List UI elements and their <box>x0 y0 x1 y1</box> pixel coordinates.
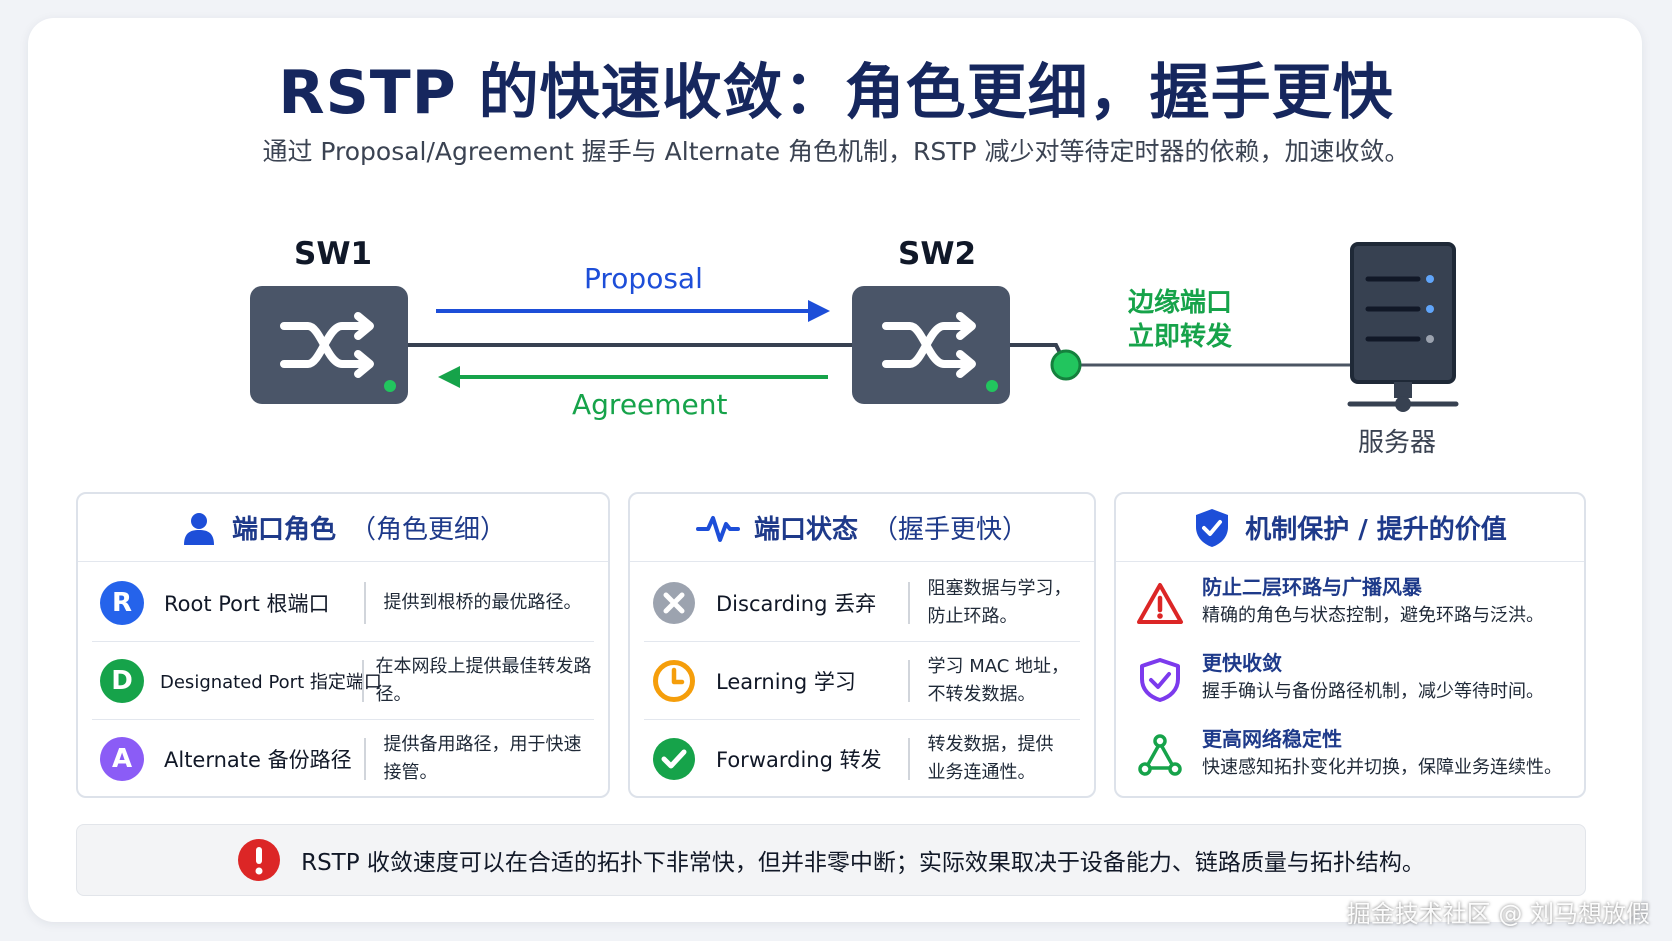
sw2-label: SW2 <box>898 236 977 272</box>
edge-port-label: 边缘端口 立即转发 <box>1128 286 1232 354</box>
state-name: Forwarding 转发 <box>716 748 882 772</box>
role-name: Root Port 根端口 <box>164 591 330 616</box>
value-item-stability: 更高网络稳定性 快速感知拓扑变化并切换，保障业务连续性。 <box>1136 724 1568 794</box>
sw2-status-led <box>986 380 998 392</box>
edge-label-line2: 立即转发 <box>1128 322 1233 352</box>
state-desc: 学习 MAC 地址， 不转发数据。 <box>928 653 1070 709</box>
role-row-alternate: A Alternate 备份路径 提供备用路径，用于快速接管。 <box>92 720 594 798</box>
value-item-title: 更快收敛 <box>1202 651 1282 675</box>
designated-badge: D <box>100 658 144 703</box>
sw1-status-led <box>384 380 396 392</box>
state-row-discarding: Discarding 丢弃 阻塞数据与学习， 防止环路。 <box>644 564 1080 642</box>
value-item-desc: 快速感知拓扑变化并切换，保障业务连续性。 <box>1202 757 1562 778</box>
value-item-converge: 更快收敛 握手确认与备份路径机制，减少等待时间。 <box>1136 648 1568 718</box>
edge-label-line1: 边缘端口 <box>1128 288 1233 318</box>
sw2-switch-icon <box>852 286 1010 404</box>
pulse-icon <box>695 515 740 542</box>
state-row-forwarding: Forwarding 转发 转发数据，提供 业务连通性。 <box>644 720 1080 798</box>
alert-icon <box>238 839 281 881</box>
state-desc: 转发数据，提供 业务连通性。 <box>928 731 1054 787</box>
check-circle-icon <box>653 738 695 780</box>
user-icon <box>183 512 214 545</box>
alternate-badge: A <box>100 737 144 781</box>
shield-check-icon <box>1196 508 1229 547</box>
state-desc-line2: 业务连通性。 <box>927 762 1036 783</box>
server-icon <box>1347 242 1459 412</box>
state-desc-line1: 阻塞数据与学习， <box>927 577 1072 599</box>
divider <box>908 581 910 624</box>
x-circle-icon <box>653 581 695 624</box>
state-desc-line1: 转发数据，提供 <box>927 734 1054 755</box>
agreement-label: Agreement <box>572 388 728 421</box>
value-item-loop: 防止二层环路与广播风暴 精确的角色与状态控制，避免环路与泛洪。 <box>1136 572 1568 642</box>
role-row-designated: D Designated Port 指定端口 在本网段上提供最佳转发路径。 <box>92 642 594 720</box>
footer-note: RSTP 收敛速度可以在合适的拓扑下非常快，但并非零中断；实际效果取决于设备能力… <box>76 824 1586 896</box>
state-desc-line2: 防止环路。 <box>927 605 1018 627</box>
port-states-title: 端口状态 <box>753 515 858 545</box>
value-item-title: 更高网络稳定性 <box>1202 727 1342 751</box>
port-roles-header: 端口角色 （角色更细） <box>78 494 608 562</box>
sw1-switch-icon <box>250 286 408 404</box>
root-badge: R <box>100 580 144 625</box>
server-label: 服务器 <box>1358 428 1437 458</box>
footer-note-text: RSTP 收敛速度可以在合适的拓扑下非常快，但并非零中断；实际效果取决于设备能力… <box>301 850 1425 876</box>
edge-port-dot <box>1050 349 1082 381</box>
port-roles-panel: 端口角色 （角色更细） R Root Port 根端口 提供到根桥的最优路径。 D… <box>76 492 610 798</box>
value-header: 机制保护 / 提升的价值 <box>1116 494 1584 562</box>
value-item-desc: 握手确认与备份路径机制，减少等待时间。 <box>1202 681 1544 702</box>
state-desc-line1: 学习 MAC 地址， <box>927 655 1070 677</box>
value-item-desc: 精确的角色与状态控制，避免环路与泛洪。 <box>1202 605 1544 626</box>
port-states-header: 端口状态 （握手更快） <box>630 494 1094 562</box>
state-desc: 阻塞数据与学习， 防止环路。 <box>928 575 1072 631</box>
network-icon <box>1138 734 1182 776</box>
proposal-label: Proposal <box>584 262 703 295</box>
divider <box>908 738 910 780</box>
state-row-learning: Learning 学习 学习 MAC 地址， 不转发数据。 <box>644 642 1080 720</box>
topology-diagram: SW1 SW2 Proposal Agreement 边缘端口 立即转发 服务器 <box>0 0 1672 470</box>
role-desc: 在本网段上提供最佳转发路径。 <box>375 655 592 705</box>
sw1-label: SW1 <box>294 236 373 272</box>
port-roles-subtitle: （角色更细） <box>350 515 507 545</box>
clock-icon <box>653 659 695 702</box>
watermark: 掘金技术社区 @ 刘马想放假 <box>1346 900 1650 928</box>
value-title: 机制保护 / 提升的价值 <box>1245 515 1507 545</box>
port-states-panel: 端口状态 （握手更快） Discarding 丢弃 阻塞数据与学习， 防止环路。 … <box>628 492 1096 798</box>
role-name: Alternate 备份路径 <box>164 748 352 772</box>
value-panel: 机制保护 / 提升的价值 防止二层环路与广播风暴 精确的角色与状态控制，避免环路… <box>1114 492 1586 798</box>
divider <box>908 659 910 702</box>
port-states-subtitle: （握手更快） <box>872 515 1029 545</box>
warning-icon <box>1137 583 1183 624</box>
divider <box>362 659 364 702</box>
divider <box>364 738 366 780</box>
state-name: Learning 学习 <box>716 669 856 694</box>
divider <box>364 581 366 624</box>
role-name: Designated Port 指定端口 <box>160 671 382 693</box>
state-name: Discarding 丢弃 <box>716 591 877 616</box>
port-roles-title: 端口角色 <box>231 515 336 545</box>
role-desc: 提供备用路径，用于快速接管。 <box>383 734 582 783</box>
role-row-root: R Root Port 根端口 提供到根桥的最优路径。 <box>92 564 594 642</box>
shield-icon <box>1140 658 1180 702</box>
role-desc: 提供到根桥的最优路径。 <box>383 591 582 613</box>
value-item-title: 防止二层环路与广播风暴 <box>1202 575 1422 599</box>
state-desc-line2: 不转发数据。 <box>927 683 1036 705</box>
